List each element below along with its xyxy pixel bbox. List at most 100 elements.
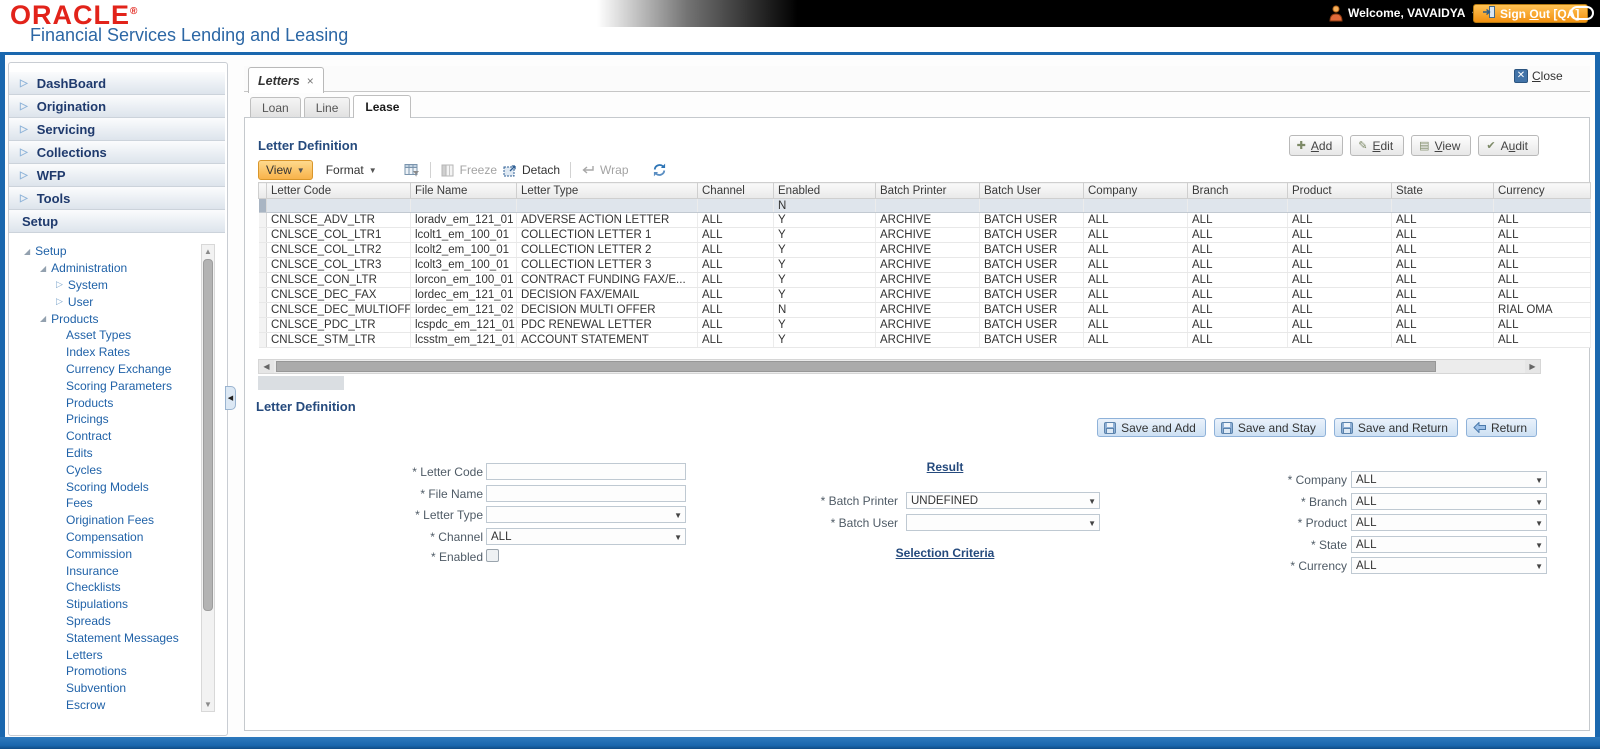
currency-select[interactable]: ALL▼: [1351, 557, 1547, 574]
sidebar-menu-item-collections[interactable]: ▷ Collections: [9, 141, 225, 164]
grid-row[interactable]: CNLSCE_COL_LTR1lcolt1_em_100_01COLLECTIO…: [259, 228, 1591, 243]
tree-item-scoring-models[interactable]: ◢ ▷ Scoring Models: [14, 478, 200, 495]
tab-letters[interactable]: Letters ×: [248, 67, 324, 93]
tree-item-asset-types[interactable]: ◢ ▷ Asset Types: [14, 327, 200, 344]
scroll-right-icon[interactable]: ▶: [1525, 360, 1540, 373]
welcome-menu[interactable]: Welcome, VAVAIDYA▼: [1348, 6, 1479, 20]
tree-item-currency-exchange[interactable]: ◢ ▷ Currency Exchange: [14, 361, 200, 378]
view-menu-button[interactable]: View▼: [258, 160, 313, 180]
tree-item-escrow[interactable]: ◢ ▷ Escrow: [14, 697, 200, 713]
save-and-add-button[interactable]: Save and Add: [1097, 418, 1206, 437]
channel-select[interactable]: ALL▼: [486, 528, 686, 545]
column-header-letter_type[interactable]: Letter Type: [517, 183, 698, 199]
tree-item-subvention[interactable]: ◢ ▷ Subvention: [14, 680, 200, 697]
add-button[interactable]: ✚ Add: [1289, 135, 1344, 156]
filter-cell-batch_user[interactable]: [980, 199, 1084, 213]
grid-row[interactable]: CNLSCE_PDC_LTRlcspdc_em_121_01PDC RENEWA…: [259, 318, 1591, 333]
scroll-left-icon[interactable]: ◀: [259, 360, 274, 373]
filter-cell-letter_type[interactable]: [517, 199, 698, 213]
tree-item-commission[interactable]: ◢ ▷ Commission: [14, 545, 200, 562]
freeze-button[interactable]: Freeze: [441, 163, 497, 177]
column-header-batch_user[interactable]: Batch User: [980, 183, 1084, 199]
enabled-checkbox[interactable]: [486, 549, 499, 562]
sidebar-collapse-handle[interactable]: ◀: [225, 386, 236, 410]
refresh-icon[interactable]: [651, 162, 668, 178]
grid-row[interactable]: CNLSCE_STM_LTRlcsstm_em_121_01ACCOUNT ST…: [259, 333, 1591, 348]
letter-code-input[interactable]: [486, 463, 686, 480]
filter-cell-channel[interactable]: [698, 199, 774, 213]
column-header-product[interactable]: Product: [1288, 183, 1392, 199]
subtab-lease[interactable]: Lease: [353, 95, 411, 118]
column-header-letter_code[interactable]: Letter Code: [267, 183, 411, 199]
grid-scrollbar-thumb[interactable]: [276, 361, 1436, 372]
grid-row[interactable]: CNLSCE_COL_LTR3lcolt3_em_100_01COLLECTIO…: [259, 258, 1591, 273]
tree-item-products[interactable]: ◢ ▷ Products: [14, 394, 200, 411]
return-button[interactable]: Return: [1466, 418, 1537, 437]
scroll-up-icon[interactable]: ▲: [202, 245, 214, 258]
tree-item-promotions[interactable]: ◢ ▷ Promotions: [14, 663, 200, 680]
filter-cell-product[interactable]: [1288, 199, 1392, 213]
tree-item-letters[interactable]: ◢ ▷ Letters: [14, 646, 200, 663]
tree-item-origination-fees[interactable]: ◢ ▷ Origination Fees: [14, 512, 200, 529]
tree-item-administration[interactable]: ◢ ▷ Administration: [14, 260, 200, 277]
grid-row[interactable]: CNLSCE_COL_LTR2lcolt2_em_100_01COLLECTIO…: [259, 243, 1591, 258]
scroll-down-icon[interactable]: ▼: [202, 698, 214, 711]
tree-item-compensation[interactable]: ◢ ▷ Compensation: [14, 529, 200, 546]
product-select[interactable]: ALL▼: [1351, 514, 1547, 531]
letter-type-select[interactable]: ▼: [486, 506, 686, 523]
view-button[interactable]: ▤ View: [1411, 135, 1471, 156]
filter-cell-letter_code[interactable]: [267, 199, 411, 213]
batch-user-select[interactable]: ▼: [906, 514, 1100, 531]
tree-item-scoring-parameters[interactable]: ◢ ▷ Scoring Parameters: [14, 377, 200, 394]
tree-item-index-rates[interactable]: ◢ ▷ Index Rates: [14, 344, 200, 361]
tree-item-contract[interactable]: ◢ ▷ Contract: [14, 428, 200, 445]
tree-item-system[interactable]: ◢ ▷ System: [14, 277, 200, 294]
tree-item-cycles[interactable]: ◢ ▷ Cycles: [14, 461, 200, 478]
wrap-button[interactable]: Wrap: [581, 163, 628, 177]
column-header-company[interactable]: Company: [1084, 183, 1188, 199]
tree-scrollbar-thumb[interactable]: [203, 259, 213, 611]
tree-item-pricings[interactable]: ◢ ▷ Pricings: [14, 411, 200, 428]
filter-cell-file_name[interactable]: [411, 199, 517, 213]
audit-button[interactable]: ✔ Audit: [1478, 135, 1539, 156]
close-button[interactable]: ✕ Close: [1514, 69, 1563, 83]
sidebar-menu-item-setup[interactable]: Setup: [9, 210, 225, 233]
sidebar-menu-item-dashboard[interactable]: ▷ DashBoard: [9, 72, 225, 95]
file-name-input[interactable]: [486, 485, 686, 502]
tree-item-spreads[interactable]: ◢ ▷ Spreads: [14, 613, 200, 630]
branch-select[interactable]: ALL▼: [1351, 493, 1547, 510]
query-by-example-icon[interactable]: [404, 163, 420, 177]
grid-horizontal-scrollbar[interactable]: ◀ ▶: [258, 359, 1541, 374]
subtab-loan[interactable]: Loan: [250, 97, 301, 118]
subtab-line[interactable]: Line: [304, 97, 351, 118]
filter-cell-enabled[interactable]: N: [774, 199, 876, 213]
column-header-state[interactable]: State: [1392, 183, 1494, 199]
column-header-currency[interactable]: Currency: [1494, 183, 1591, 199]
column-header-batch_printer[interactable]: Batch Printer: [876, 183, 980, 199]
tree-item-stipulations[interactable]: ◢ ▷ Stipulations: [14, 596, 200, 613]
filter-cell-company[interactable]: [1084, 199, 1188, 213]
tree-item-setup[interactable]: ◢ ▷ Setup: [14, 243, 200, 260]
filter-cell-batch_printer[interactable]: [876, 199, 980, 213]
save-and-return-button[interactable]: Save and Return: [1334, 418, 1458, 437]
sidebar-menu-item-tools[interactable]: ▷ Tools: [9, 187, 225, 210]
filter-cell-currency[interactable]: [1494, 199, 1591, 213]
save-and-stay-button[interactable]: Save and Stay: [1214, 418, 1326, 437]
tree-item-statement-messages[interactable]: ◢ ▷ Statement Messages: [14, 629, 200, 646]
grid-row[interactable]: CNLSCE_CON_LTRlorcon_em_100_01CONTRACT F…: [259, 273, 1591, 288]
grid-row[interactable]: CNLSCE_DEC_FAXlordec_em_121_01DECISION F…: [259, 288, 1591, 303]
filter-cell-state[interactable]: [1392, 199, 1494, 213]
sidebar-menu-item-origination[interactable]: ▷ Origination: [9, 95, 225, 118]
format-menu-button[interactable]: Format▼: [319, 163, 384, 177]
tree-item-edits[interactable]: ◢ ▷ Edits: [14, 445, 200, 462]
tree-item-insurance[interactable]: ◢ ▷ Insurance: [14, 562, 200, 579]
detach-button[interactable]: Detach: [503, 163, 560, 177]
tree-item-checklists[interactable]: ◢ ▷ Checklists: [14, 579, 200, 596]
tab-close-icon[interactable]: ×: [307, 74, 314, 88]
edit-button[interactable]: ✎ Edit: [1350, 135, 1404, 156]
tree-scrollbar[interactable]: ▲ ▼: [201, 244, 215, 712]
column-header-enabled[interactable]: Enabled: [774, 183, 876, 199]
column-header-branch[interactable]: Branch: [1188, 183, 1288, 199]
company-select[interactable]: ALL▼: [1351, 471, 1547, 488]
sidebar-menu-item-wfp[interactable]: ▷ WFP: [9, 164, 225, 187]
